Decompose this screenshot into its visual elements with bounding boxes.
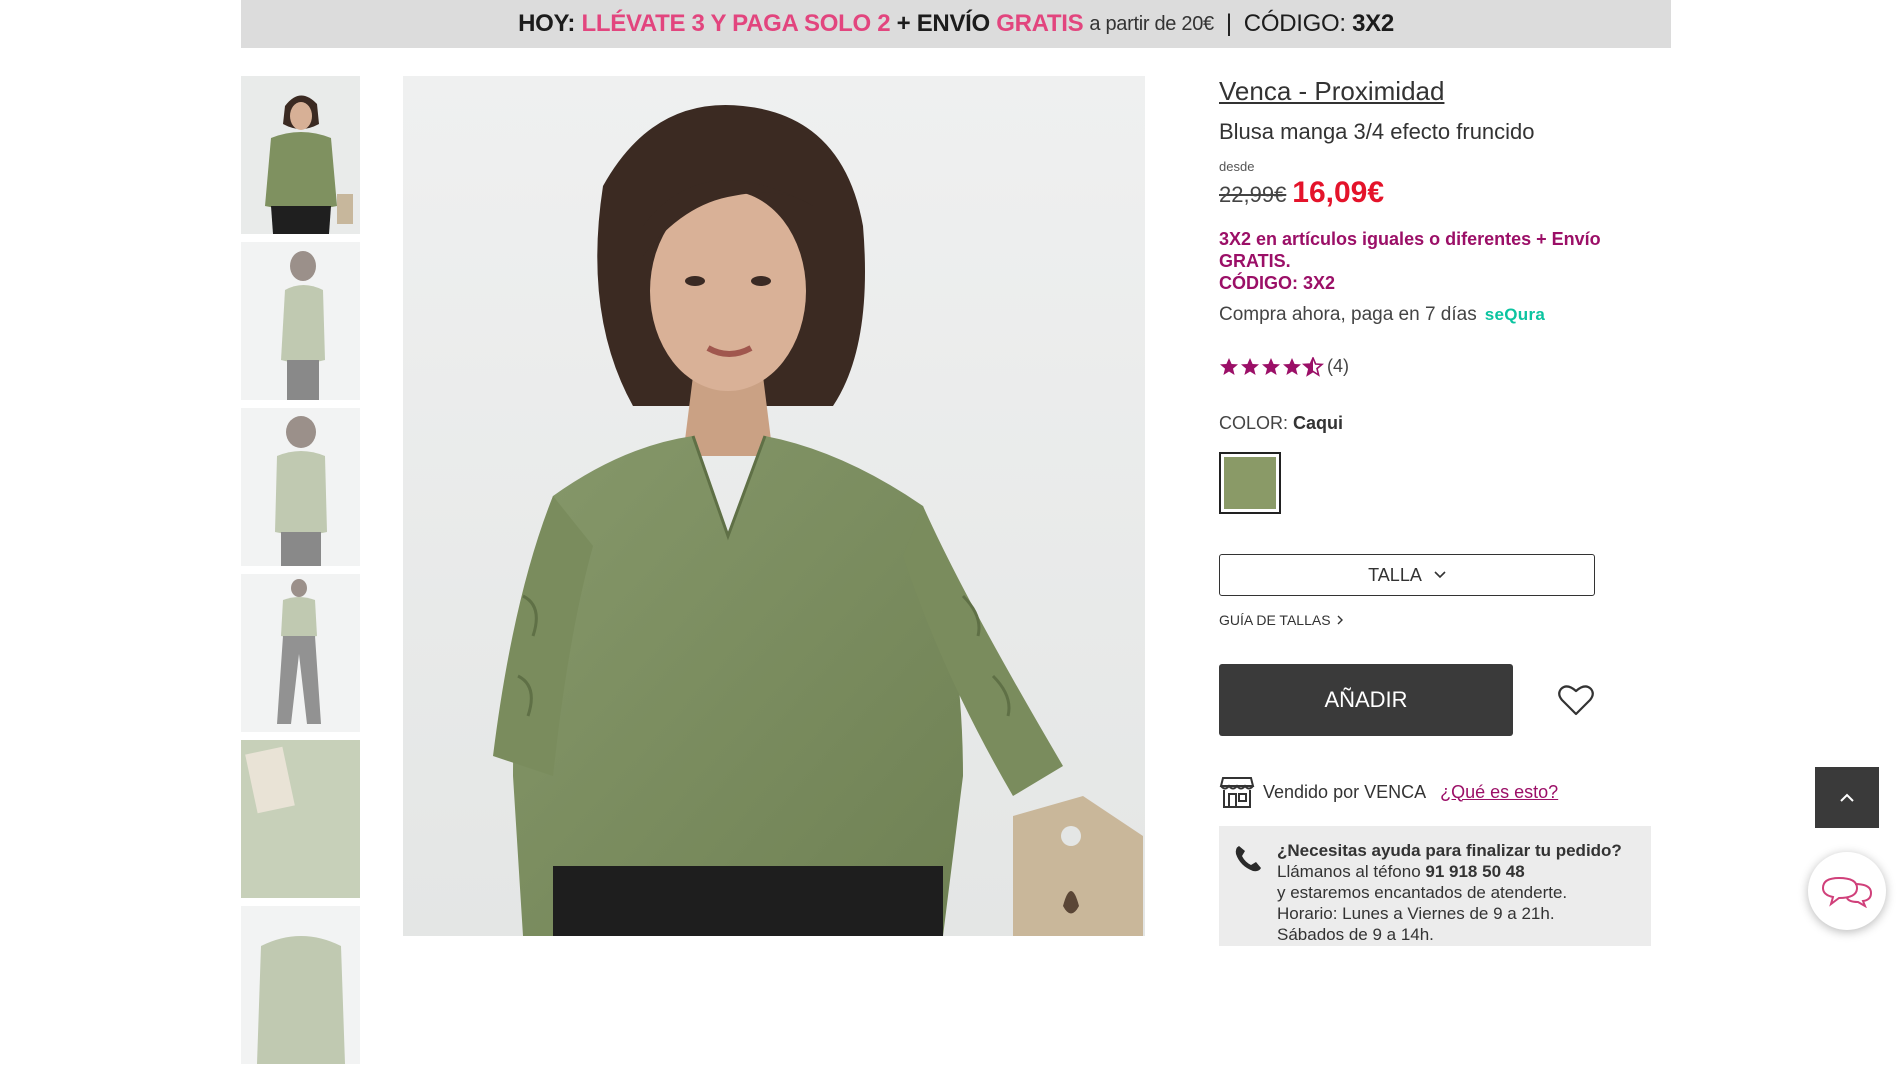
- promo-message-line1: 3X2 en artículos iguales o diferentes + …: [1219, 229, 1601, 271]
- sold-by: Vendido por VENCA ¿Qué es esto?: [1219, 774, 1659, 810]
- price-block: 22,99€ 16,09€: [1219, 176, 1659, 210]
- thumbnail-fabric-detail[interactable]: [241, 740, 360, 898]
- promo-message-line2: CÓDIGO: 3X2: [1219, 273, 1336, 293]
- help-hours-weekday: Horario: Lunes a Viernes de 9 a 21h.: [1277, 904, 1555, 923]
- help-line3: y estaremos encantados de atenderte.: [1277, 883, 1568, 902]
- sequra-logo: seQura: [1484, 305, 1546, 324]
- promo-separator: |: [1225, 10, 1232, 37]
- promo-banner[interactable]: HOY: LLÉVATE 3 Y PAGA SOLO 2 + ENVÍO GRA…: [241, 0, 1671, 48]
- purchase-actions: AÑADIR: [1219, 664, 1659, 736]
- sold-by-text: Vendido por VENCA: [1263, 781, 1427, 802]
- price-prefix: desde: [1219, 159, 1255, 174]
- help-phone-number[interactable]: 91 918 50 48: [1425, 862, 1524, 881]
- brand-link[interactable]: Venca - Proximidad: [1219, 76, 1444, 107]
- help-box: ¿Necesitas ayuda para finalizar tu pedid…: [1219, 826, 1651, 946]
- thumbnail-extra[interactable]: [241, 906, 360, 1064]
- color-swatch-fill: [1224, 457, 1276, 509]
- chevron-down-icon: [1434, 571, 1446, 579]
- pay-later-text: Compra ahora, paga en 7 días: [1219, 304, 1477, 325]
- help-hours-saturday: Sábados de 9 a 14h.: [1277, 925, 1434, 944]
- color-swatch-caqui[interactable]: [1219, 452, 1281, 514]
- product-name: Blusa manga 3/4 efecto fruncido: [1219, 119, 1535, 144]
- chat-button[interactable]: [1808, 852, 1886, 930]
- promo-hoy: HOY:: [518, 10, 576, 37]
- chevron-right-icon: [1337, 615, 1343, 625]
- size-select-label: TALLA: [1368, 564, 1422, 585]
- back-to-top-button[interactable]: [1815, 767, 1879, 828]
- promo-message: 3X2 en artículos iguales o diferentes + …: [1219, 228, 1659, 294]
- thumbnail-back[interactable]: [241, 408, 360, 566]
- help-call-text: Llámanos al téfono: [1277, 862, 1421, 881]
- promo-offer: LLÉVATE 3 Y PAGA SOLO 2: [581, 10, 891, 37]
- promo-code: 3X2: [1352, 10, 1394, 37]
- what-is-this-link[interactable]: ¿Qué es esto?: [1440, 782, 1558, 803]
- promo-condition: a partir de 20€: [1089, 12, 1214, 35]
- color-value: Caqui: [1293, 413, 1344, 433]
- star-icon: [1220, 356, 1324, 377]
- size-select-button[interactable]: TALLA: [1219, 554, 1595, 596]
- promo-plus-envio: + ENVÍO: [896, 10, 991, 37]
- product-rating[interactable]: (4): [1219, 356, 1659, 377]
- chat-icon: [1821, 876, 1873, 908]
- help-question: ¿Necesitas ayuda para finalizar tu pedid…: [1277, 841, 1622, 860]
- product-info: Venca - Proximidad Blusa manga 3/4 efect…: [1219, 76, 1659, 810]
- help-call-line: Llámanos al téfono 91 918 50 48: [1277, 861, 1635, 882]
- sale-price: 16,09€: [1292, 176, 1385, 209]
- phone-icon: [1235, 846, 1261, 872]
- store-icon: [1219, 777, 1255, 808]
- thumbnail-full-body[interactable]: [241, 574, 360, 732]
- size-guide-link[interactable]: GUÍA DE TALLAS: [1219, 612, 1659, 628]
- chevron-up-icon: [1840, 793, 1854, 802]
- color-label-text: COLOR:: [1219, 413, 1289, 433]
- heart-icon[interactable]: [1557, 683, 1595, 717]
- add-to-cart-button[interactable]: AÑADIR: [1219, 664, 1513, 736]
- main-product-image[interactable]: [403, 76, 1145, 936]
- thumbnail-front[interactable]: [241, 76, 360, 234]
- promo-gratis: GRATIS: [996, 10, 1084, 37]
- thumbnail-gallery: [241, 76, 360, 1072]
- color-label: COLOR: Caqui: [1219, 413, 1659, 434]
- promo-code-label: CÓDIGO:: [1243, 10, 1346, 37]
- size-guide-label: GUÍA DE TALLAS: [1219, 612, 1331, 628]
- pay-later-info[interactable]: Compra ahora, paga en 7 días seQura: [1219, 304, 1659, 326]
- old-price: 22,99€: [1219, 182, 1287, 207]
- rating-count: (4): [1327, 356, 1349, 376]
- thumbnail-side[interactable]: [241, 242, 360, 400]
